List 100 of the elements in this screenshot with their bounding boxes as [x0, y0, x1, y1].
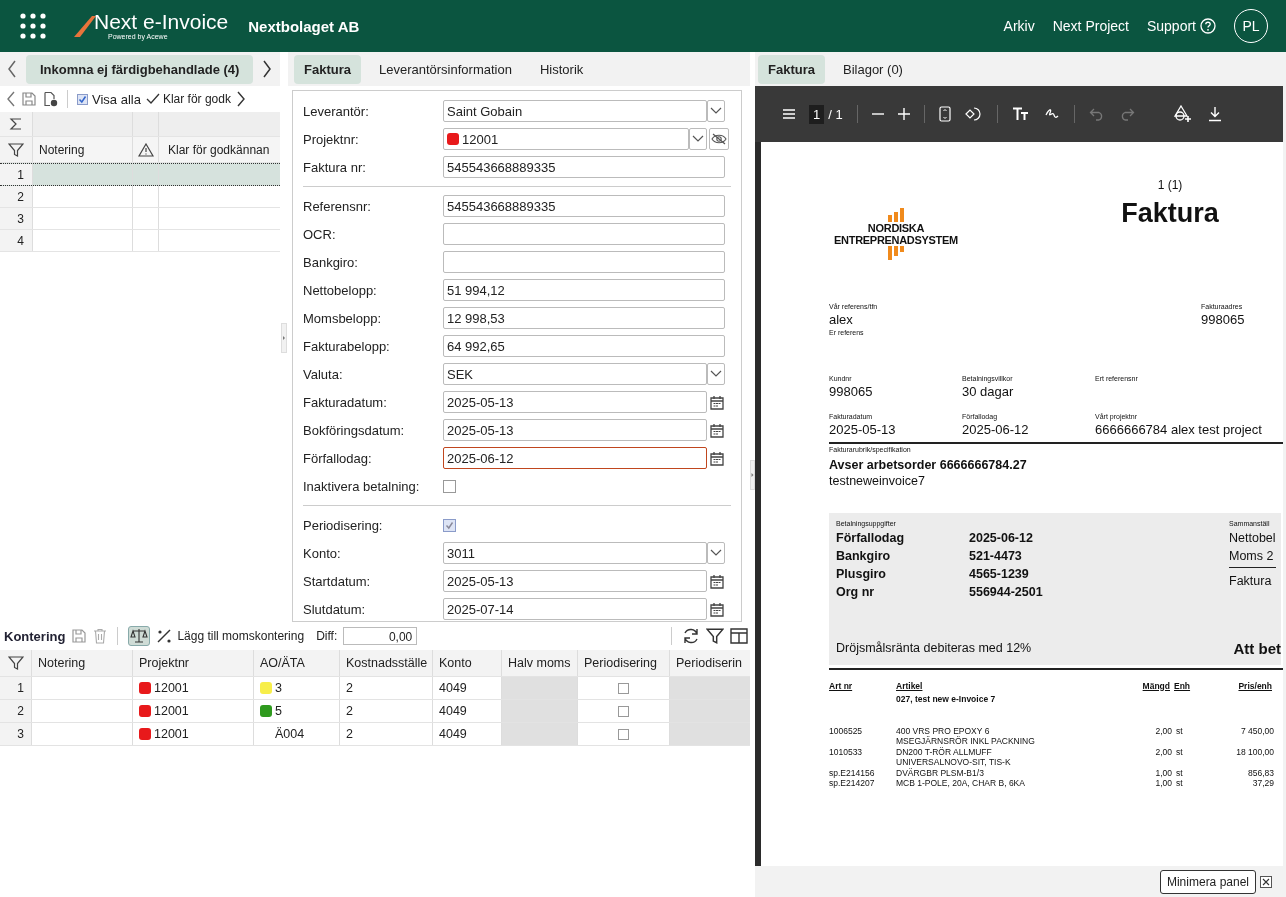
fit-page-icon[interactable] — [938, 106, 951, 122]
dropdown-button[interactable] — [707, 100, 725, 122]
select-field[interactable]: SEK — [443, 363, 707, 385]
field-label: Startdatum: — [303, 573, 372, 589]
filter-icon[interactable] — [706, 628, 724, 644]
input-field[interactable]: 51 994,12 — [443, 279, 725, 301]
calendar-icon[interactable] — [710, 573, 724, 589]
form-tab[interactable]: Historik — [529, 54, 594, 84]
select-field[interactable]: Saint Gobain — [443, 100, 707, 122]
diff-field[interactable]: 0,00 — [343, 627, 418, 645]
column-header[interactable]: Periodisering — [578, 650, 670, 676]
input-field[interactable]: 545543668889335 — [443, 156, 725, 178]
support-link[interactable]: Support — [1146, 18, 1216, 34]
nav-link[interactable]: Next Project — [1052, 18, 1129, 34]
zoom-in-icon[interactable] — [897, 108, 910, 120]
invoice-row[interactable]: 1 — [0, 163, 280, 186]
calendar-icon[interactable] — [710, 601, 724, 617]
rotate-icon[interactable] — [964, 106, 983, 122]
balance-button[interactable] — [128, 626, 151, 646]
input-field[interactable]: 12 998,53 — [443, 307, 725, 329]
list-tab[interactable]: Inkomna ej färdigbehandlade (4) — [26, 54, 254, 84]
date-field[interactable]: 2025-07-14 — [443, 598, 707, 620]
download-icon[interactable] — [1206, 106, 1223, 122]
invoice-row[interactable]: 4 — [0, 230, 280, 252]
dropdown-button[interactable] — [707, 363, 725, 385]
document-remove-icon[interactable] — [42, 91, 58, 107]
calendar-icon[interactable] — [710, 422, 724, 438]
date-field[interactable]: 2025-06-12 — [443, 447, 707, 469]
table-cell-text: 18 100,00 — [1235, 746, 1274, 759]
show-all-checkbox[interactable] — [77, 93, 88, 105]
table-cell-text: 2,00 — [1154, 725, 1172, 738]
column-header[interactable]: Notering — [33, 137, 133, 162]
field-value: 2025-06-12 — [962, 422, 1030, 438]
form-tab[interactable]: Leverantörsinformation — [368, 54, 522, 84]
save-icon[interactable] — [21, 91, 37, 107]
input-field[interactable]: 545543668889335 — [443, 195, 725, 217]
table-cell-text: 856,83 — [1247, 767, 1274, 778]
dropdown-button[interactable] — [689, 128, 707, 150]
checkbox[interactable] — [618, 728, 629, 740]
shapes-add-icon[interactable] — [1172, 105, 1193, 123]
input-field[interactable]: 64 992,65 — [443, 335, 725, 357]
input-field[interactable] — [443, 251, 725, 273]
column-header[interactable]: Projektnr — [133, 650, 254, 676]
undo-icon[interactable] — [1088, 107, 1105, 121]
row-number: 1 — [0, 677, 32, 699]
field-value: 998065 — [1201, 312, 1245, 328]
checkbox[interactable] — [618, 682, 629, 694]
text-size-icon[interactable] — [1011, 107, 1030, 121]
field-label: Valuta: — [303, 366, 344, 382]
table-cell: 4049 — [439, 727, 467, 741]
nav-link[interactable]: Arkiv — [1003, 18, 1035, 34]
dropdown-button[interactable] — [707, 542, 725, 564]
row-number: 4 — [0, 230, 33, 251]
hide-button[interactable] — [709, 128, 729, 150]
select-field[interactable]: 3011 — [443, 542, 707, 564]
column-header[interactable]: Notering — [32, 650, 133, 676]
column-header[interactable]: Klar för godkännan — [159, 137, 280, 162]
chevron-right-icon[interactable] — [261, 59, 274, 79]
add-vat-button[interactable]: Lägg till momskontering — [156, 628, 305, 644]
invoice-row[interactable]: 3 — [0, 208, 280, 230]
filter-icon[interactable] — [7, 656, 24, 670]
viewer-tab[interactable]: Faktura — [758, 54, 825, 84]
column-header[interactable]: Konto — [433, 650, 502, 676]
form-tab[interactable]: Faktura — [294, 54, 361, 84]
date-field[interactable]: 2025-05-13 — [443, 391, 707, 413]
ready-button[interactable]: Klar för godk — [145, 92, 231, 106]
select-field[interactable]: 12001 — [443, 128, 689, 150]
menu-icon[interactable] — [783, 108, 795, 120]
payment-value: 556944-2501 — [969, 583, 1043, 601]
chevron-left-icon[interactable] — [6, 59, 18, 79]
payment-value: 2025-06-12 — [969, 529, 1033, 547]
column-header[interactable]: Halv moms — [502, 650, 578, 676]
collapse-handle-icon[interactable] — [281, 323, 287, 353]
checkbox[interactable] — [443, 518, 456, 532]
column-header[interactable]: Periodiserin — [670, 650, 750, 676]
columns-icon[interactable] — [730, 628, 748, 644]
collapse-handle-icon[interactable] — [750, 459, 755, 490]
chevron-left-icon[interactable] — [6, 90, 16, 108]
page-number-field[interactable]: 1 — [809, 104, 825, 124]
calendar-icon[interactable] — [710, 394, 724, 410]
apps-menu-icon[interactable] — [20, 13, 46, 39]
refresh-icon[interactable] — [682, 627, 700, 645]
date-field[interactable]: 2025-05-13 — [443, 570, 707, 592]
table-cell: 3 — [275, 681, 282, 695]
column-header[interactable]: Kostnadsställe — [340, 650, 433, 676]
checkbox[interactable] — [443, 479, 456, 493]
checkbox[interactable] — [618, 705, 629, 717]
viewer-tab[interactable]: Bilagor (0) — [832, 54, 913, 84]
input-field[interactable] — [443, 223, 725, 245]
filter-icon[interactable] — [8, 142, 24, 157]
warning-icon[interactable] — [137, 142, 154, 157]
date-field[interactable]: 2025-05-13 — [443, 419, 707, 441]
sum-icon[interactable] — [9, 117, 23, 131]
column-header[interactable]: AO/ÄTA — [254, 650, 340, 676]
chevron-down-icon — [710, 107, 722, 115]
invoice-row[interactable]: 2 — [0, 186, 280, 208]
table-cell: 12001 — [154, 727, 189, 741]
chevron-right-icon[interactable] — [235, 90, 246, 108]
minimize-icon[interactable] — [1260, 875, 1272, 888]
calendar-icon[interactable] — [710, 450, 724, 466]
